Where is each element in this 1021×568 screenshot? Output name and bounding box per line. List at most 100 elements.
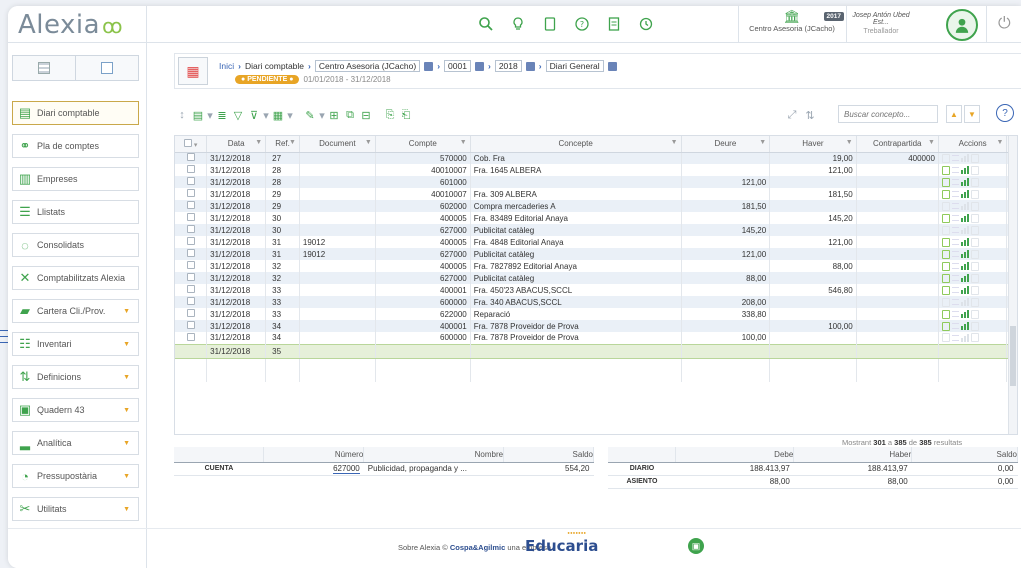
history-icon[interactable]: [630, 12, 662, 36]
sidebar-item-pressupost-ria[interactable]: ◔ Pressupostària ▼: [12, 464, 139, 488]
lines-icon[interactable]: [951, 179, 959, 185]
centre-selector[interactable]: 🏛 2017 Centro Asesoria (JCacho): [738, 10, 846, 33]
document-icon[interactable]: [941, 333, 950, 343]
document-icon[interactable]: [941, 165, 950, 175]
document-icon[interactable]: [941, 321, 950, 331]
tile-view-button[interactable]: [75, 56, 138, 80]
entry-icon[interactable]: ✎: [302, 107, 318, 123]
lines-icon[interactable]: [951, 167, 959, 173]
lines-icon[interactable]: [951, 227, 959, 233]
lines-icon[interactable]: [951, 251, 959, 257]
bars-icon[interactable]: [960, 274, 969, 282]
col-deure[interactable]: Deure ▼: [681, 136, 771, 153]
col-document[interactable]: Document ▼: [299, 136, 376, 153]
table-row[interactable]: 31/12/2018 33 400001 Fra. 450'23 ABACUS,SCC…: [175, 284, 1017, 296]
row-checkbox[interactable]: [186, 321, 195, 329]
table-row[interactable]: 31/12/2018 32 400005 Fra. 7827892 Editorial…: [175, 260, 1017, 272]
chat-icon[interactable]: ▣: [688, 538, 704, 554]
align-icon[interactable]: ≣: [214, 107, 230, 123]
row-checkbox[interactable]: [186, 285, 195, 293]
row-checkbox[interactable]: [186, 273, 195, 281]
next-result-button[interactable]: ▼: [964, 105, 980, 123]
lines-icon[interactable]: [951, 263, 959, 269]
grid-view-button[interactable]: [13, 56, 75, 80]
sidebar-item-comptabilitzats-alexia[interactable]: ✕ Comptabilitzats Alexia: [12, 266, 139, 290]
bars-icon[interactable]: [960, 178, 969, 186]
row-checkbox[interactable]: [186, 225, 195, 233]
lines-icon[interactable]: [951, 323, 959, 329]
table-row[interactable]: 31/12/2018 34 600000 Fra. 7878 Proveidor de…: [175, 332, 1017, 344]
document-icon[interactable]: [534, 12, 566, 36]
note-icon[interactable]: [970, 225, 979, 235]
row-checkbox[interactable]: [186, 153, 195, 162]
bars-icon[interactable]: [960, 286, 969, 294]
bars-icon[interactable]: [960, 166, 969, 174]
document-icon[interactable]: [941, 285, 950, 295]
calculator-icon[interactable]: ▦: [178, 57, 208, 85]
search-icon[interactable]: [470, 12, 502, 36]
row-checkbox[interactable]: [186, 297, 195, 305]
table-row[interactable]: 31/12/2018 34 400001 Fra. 7878 Proveidor de…: [175, 320, 1017, 332]
company-dropdown-icon[interactable]: [474, 61, 484, 71]
note-icon[interactable]: [970, 213, 979, 223]
prev-result-button[interactable]: ▲: [946, 105, 962, 123]
note-icon[interactable]: [970, 237, 979, 247]
bars-icon[interactable]: [960, 226, 969, 234]
note-icon[interactable]: [970, 309, 979, 319]
centre-select[interactable]: Centro Asesoria (JCacho): [314, 60, 421, 72]
breadcrumb-home[interactable]: Inici: [219, 61, 234, 71]
table-row[interactable]: 31/12/2018 32 627000 Publicitat catàleg 88,0…: [175, 272, 1017, 284]
row-checkbox[interactable]: [186, 201, 195, 209]
company-select[interactable]: 0001: [444, 60, 471, 72]
bars-icon[interactable]: [960, 250, 969, 258]
note-icon[interactable]: [970, 285, 979, 295]
col-ref[interactable]: Ref. ▼: [265, 136, 300, 153]
sidebar-item-empreses[interactable]: ▥ Empreses: [12, 167, 139, 191]
document-icon[interactable]: [941, 225, 950, 235]
move-icon[interactable]: ↕: [174, 107, 190, 123]
journal-dropdown-icon[interactable]: [607, 61, 617, 71]
document-icon[interactable]: [941, 249, 950, 259]
note-icon[interactable]: [970, 333, 979, 343]
table-row[interactable]: 31/12/2018 29 602000 Compra mercaderies A 18…: [175, 200, 1017, 212]
note-icon[interactable]: [970, 165, 979, 175]
document-icon[interactable]: [941, 273, 950, 283]
note-icon[interactable]: [970, 201, 979, 211]
document-icon[interactable]: [941, 261, 950, 271]
filter-clear-icon[interactable]: ⊽: [246, 107, 262, 123]
col-contrapartida[interactable]: Contrapartida ▼: [856, 136, 939, 153]
journal-select[interactable]: Diari General: [545, 60, 604, 72]
table-row[interactable]: 31/12/2018 28 40010007 Fra. 1645 ALBERA 121,…: [175, 164, 1017, 176]
note-icon[interactable]: [970, 273, 979, 283]
chevron-down-icon[interactable]: ▼: [123, 506, 130, 513]
lines-icon[interactable]: [951, 311, 959, 317]
year-dropdown-icon[interactable]: [525, 61, 535, 71]
note-icon[interactable]: [970, 321, 979, 331]
col-compte[interactable]: Compte ▼: [375, 136, 471, 153]
lines-icon[interactable]: [951, 275, 959, 281]
select-all-checkbox[interactable]: ▾: [175, 136, 208, 153]
sidebar-item-quadern-43[interactable]: ▣ Quadern 43 ▼: [12, 398, 139, 422]
account-number[interactable]: 627000: [333, 464, 360, 474]
table-row[interactable]: 31/12/2018 30 627000 Publicitat catàleg 145,…: [175, 224, 1017, 236]
sidebar-item-consolidats[interactable]: ◌ Consolidats: [12, 233, 139, 257]
sort-icon[interactable]: ⇅: [802, 107, 818, 123]
logout-icon[interactable]: ⏻: [998, 15, 1011, 33]
col-data[interactable]: Data ▼: [206, 136, 267, 153]
note-icon[interactable]: [970, 177, 979, 187]
table-row[interactable]: 31/12/2018 30 400005 Fra. 83489 Editorial A…: [175, 212, 1017, 224]
delete-entry-icon[interactable]: ⊟: [358, 107, 374, 123]
bars-icon[interactable]: [960, 333, 969, 342]
bars-icon[interactable]: [960, 298, 969, 306]
table-row[interactable]: 31/12/2018 33 622000 Reparació 338,80: [175, 308, 1017, 320]
bars-icon[interactable]: [960, 190, 969, 198]
lines-icon[interactable]: [951, 239, 959, 245]
chevron-down-icon[interactable]: ▼: [123, 440, 130, 447]
note-icon[interactable]: [970, 297, 979, 307]
centre-dropdown-icon[interactable]: [424, 61, 434, 71]
lines-icon[interactable]: [951, 299, 959, 305]
sidebar-item-pla-de-comptes[interactable]: ⚭ Pla de comptes: [12, 134, 139, 158]
sidebar-item-anal-tica[interactable]: ▂ Analítica ▼: [12, 431, 139, 455]
chevron-down-icon[interactable]: ▼: [123, 341, 130, 348]
expand-icon[interactable]: ⤢: [784, 107, 800, 123]
